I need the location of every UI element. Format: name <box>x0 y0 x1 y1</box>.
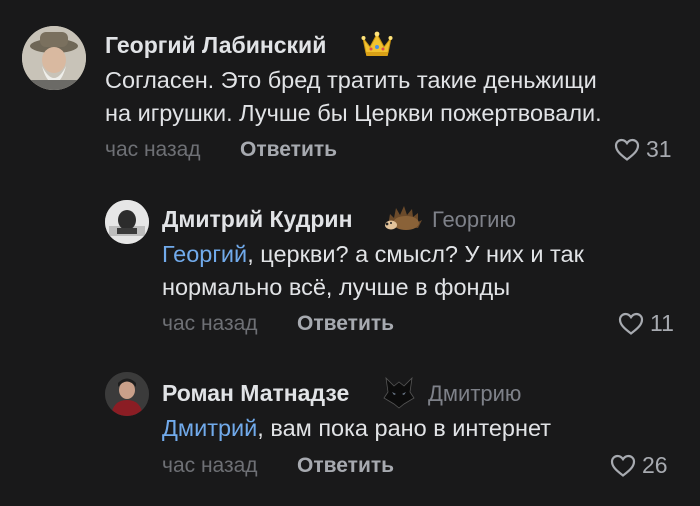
author-name[interactable]: Роман Матнадзе <box>162 380 349 407</box>
comment-text-line: нормально всё, лучше в фонды <box>162 274 511 300</box>
heart-icon <box>618 312 644 335</box>
like-count: 31 <box>646 136 672 162</box>
like-button[interactable]: 26 <box>610 452 668 479</box>
avatar[interactable] <box>105 372 149 416</box>
reply-to-label[interactable]: Дмитрию <box>428 381 521 407</box>
comment-text-line: Георгий, церкви? а смысл? У них и так <box>162 238 584 271</box>
author-name[interactable]: Дмитрий Кудрин <box>162 206 352 233</box>
comment-text-line: на игрушки. Лучше бы Церкви пожертвовали… <box>105 100 602 126</box>
comment-timestamp: час назад <box>162 312 258 335</box>
mention-link[interactable]: Георгий <box>162 241 247 267</box>
hedgehog-icon <box>384 204 424 237</box>
like-count: 11 <box>650 310 674 336</box>
like-count: 26 <box>642 452 668 478</box>
wolf-icon <box>382 374 416 415</box>
comment-text-fragment: , церкви? а смысл? У них и так <box>247 241 584 267</box>
reply-button[interactable]: Ответить <box>297 312 394 336</box>
comment-text: Согласен. Это бред тратить такие деньжищ… <box>105 64 602 130</box>
heart-icon <box>610 454 636 477</box>
comment-text: Георгий, церкви? а смысл? У них и так но… <box>162 238 584 304</box>
reply-button[interactable]: Ответить <box>297 454 394 478</box>
reply-to-label[interactable]: Георгию <box>432 207 516 233</box>
comment-text: Дмитрий, вам пока рано в интернет <box>162 412 551 445</box>
comment-text-line: Согласен. Это бред тратить такие деньжищ… <box>105 67 597 93</box>
like-button[interactable]: 31 <box>614 136 672 163</box>
heart-icon <box>614 138 640 161</box>
mention-link[interactable]: Дмитрий <box>162 415 257 441</box>
comment-text-fragment: , вам пока рано в интернет <box>257 415 552 441</box>
comment-timestamp: час назад <box>105 138 201 161</box>
comment-text-line: Дмитрий, вам пока рано в интернет <box>162 412 551 445</box>
crown-icon <box>361 30 393 63</box>
comment-timestamp: час назад <box>162 454 258 477</box>
reply-button[interactable]: Ответить <box>240 138 337 162</box>
avatar[interactable] <box>22 26 86 90</box>
like-button[interactable]: 11 <box>618 310 674 337</box>
avatar[interactable] <box>105 200 149 244</box>
author-name[interactable]: Георгий Лабинский <box>105 32 326 59</box>
